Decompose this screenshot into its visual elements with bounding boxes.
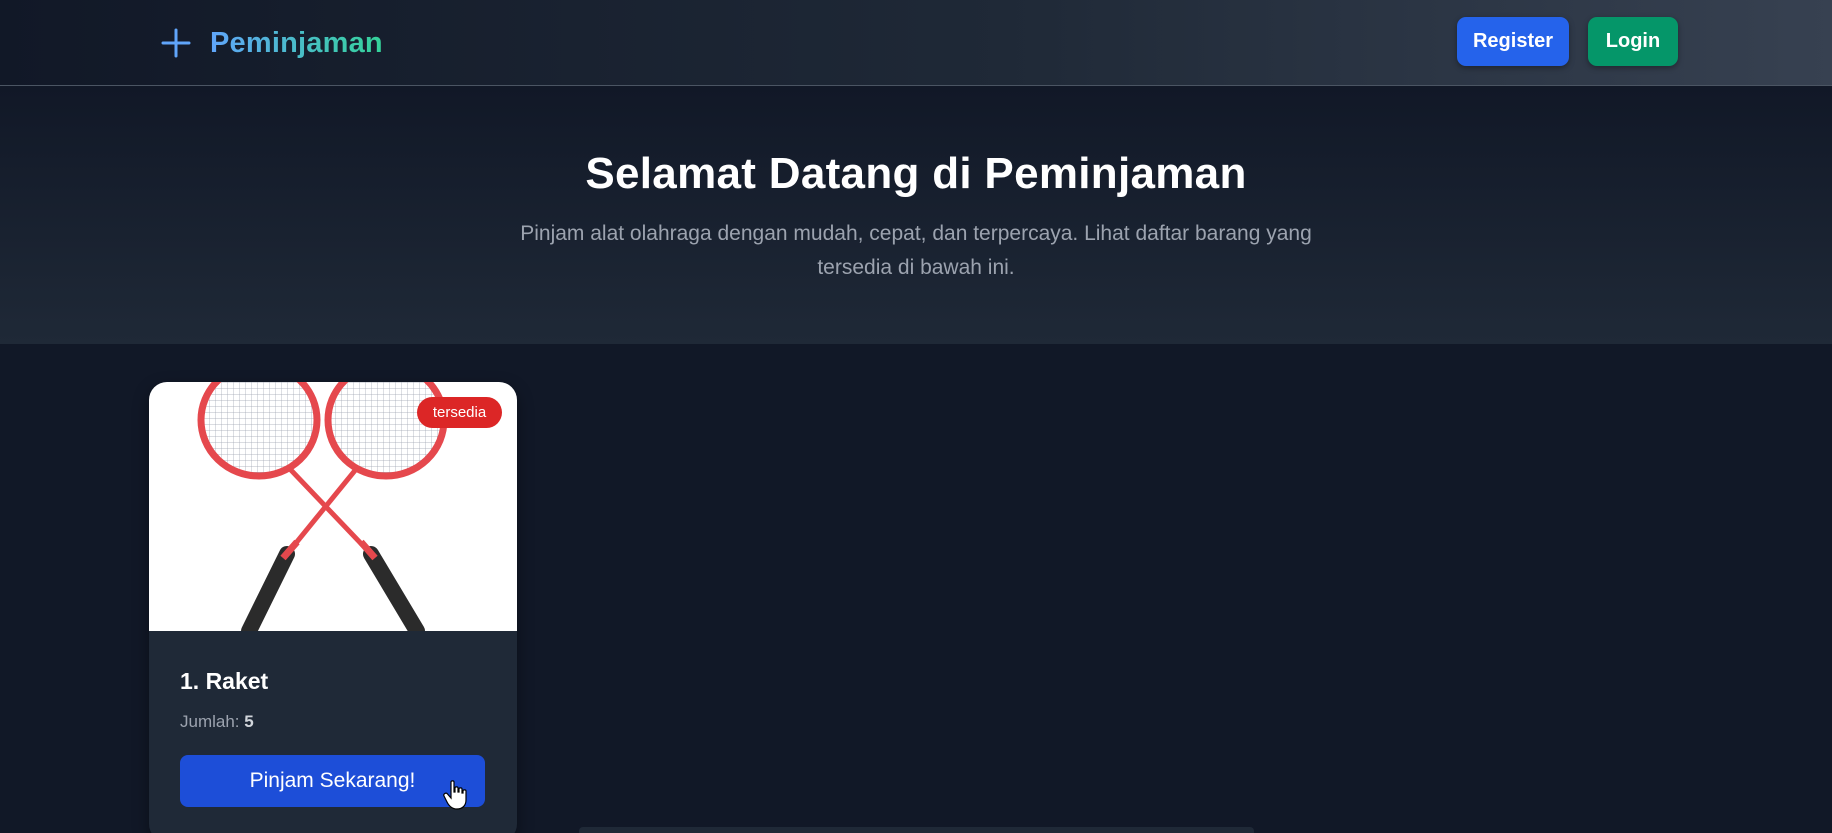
borrow-now-button[interactable]: Pinjam Sekarang!: [180, 755, 485, 807]
hero-section: Selamat Datang di Peminjaman Pinjam alat…: [0, 87, 1832, 344]
hero-title: Selamat Datang di Peminjaman: [585, 149, 1247, 198]
item-quantity: Jumlah: 5: [180, 712, 254, 732]
plus-icon: [161, 28, 191, 58]
hero-subtitle: Pinjam alat olahraga dengan mudah, cepat…: [520, 222, 1312, 279]
register-button[interactable]: Register: [1457, 17, 1569, 66]
bottom-edge: [579, 827, 1254, 833]
navbar: Peminjaman Register Login: [0, 0, 1832, 86]
status-badge: tersedia: [417, 397, 502, 428]
brand-link[interactable]: Peminjaman: [160, 22, 383, 64]
quantity-label: Jumlah:: [180, 712, 240, 731]
login-button[interactable]: Login: [1588, 17, 1678, 66]
item-card: tersedia 1. Raket Jumlah: 5 Pinjam Sekar…: [149, 382, 517, 833]
brand-text: Peminjaman: [210, 26, 383, 59]
quantity-value: 5: [244, 712, 254, 731]
badminton-rackets-image: tersedia: [149, 382, 517, 631]
hand-cursor-icon: [443, 780, 467, 810]
item-title: 1. Raket: [180, 668, 269, 694]
